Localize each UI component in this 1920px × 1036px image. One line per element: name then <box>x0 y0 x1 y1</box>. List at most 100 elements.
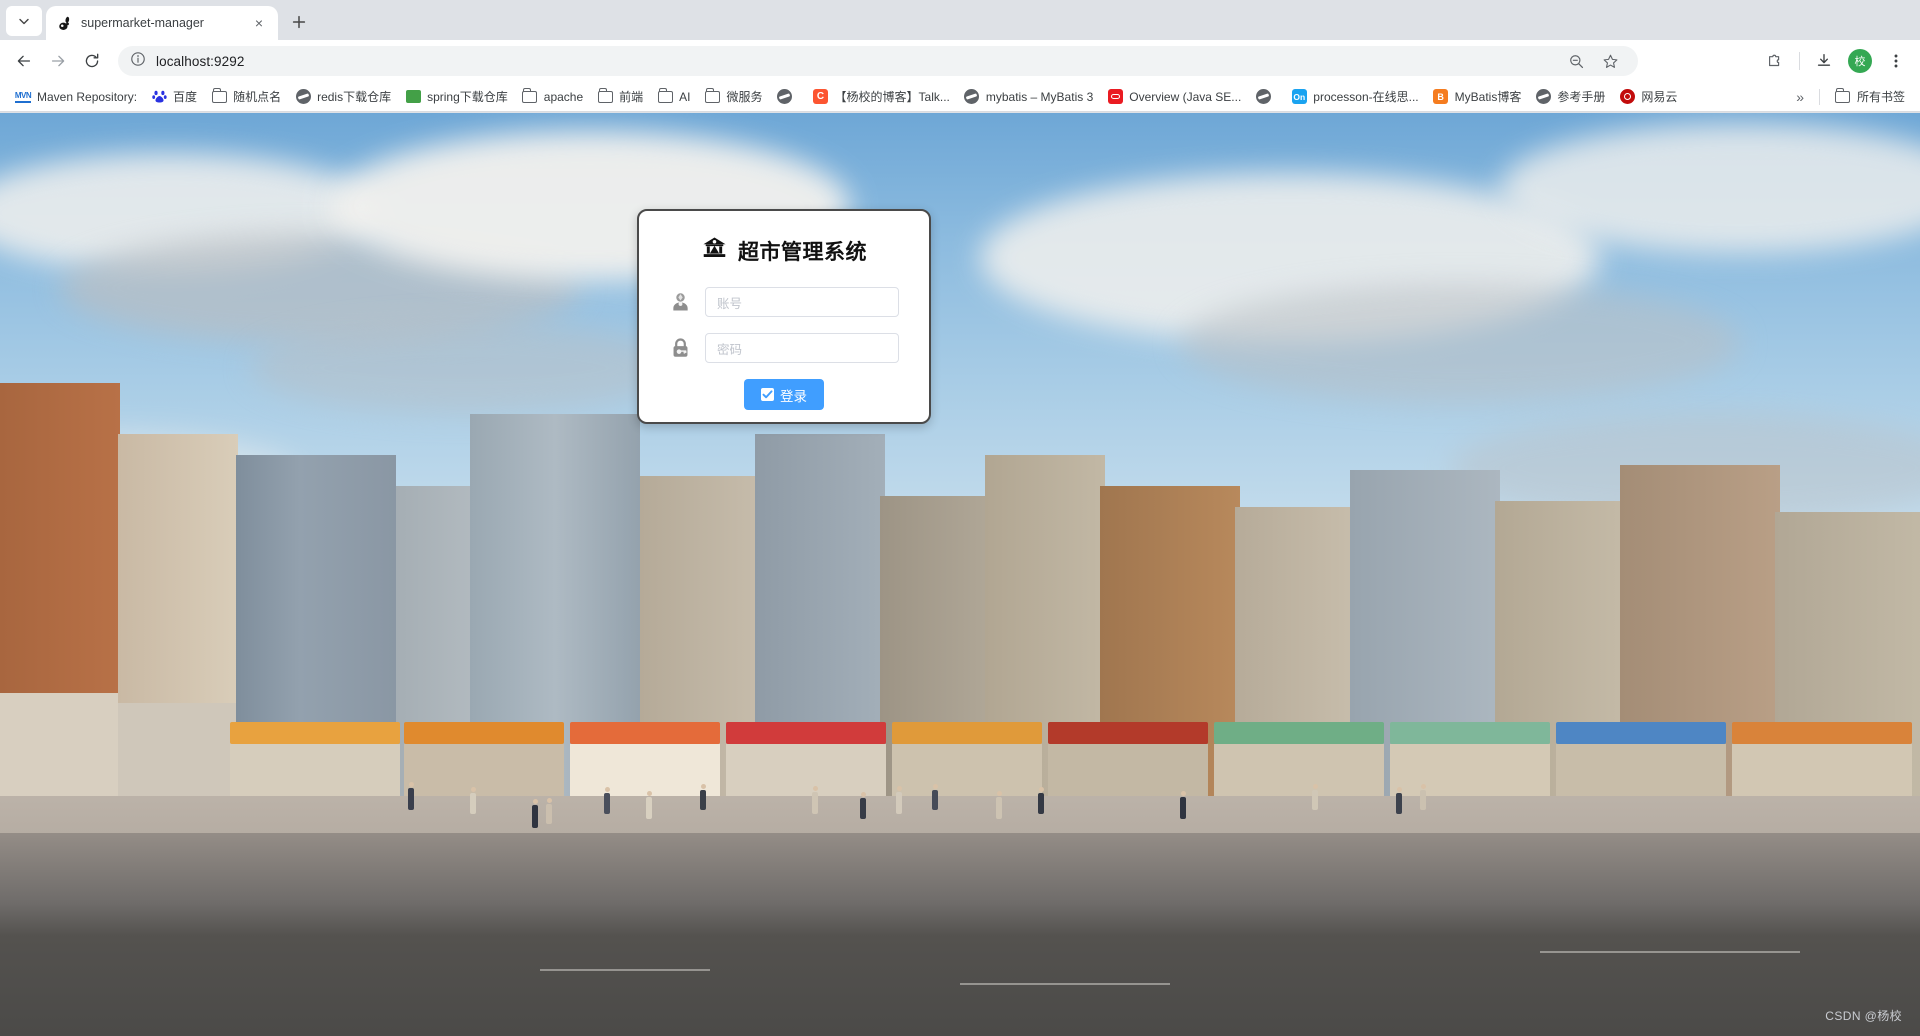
download-icon[interactable] <box>1808 45 1840 77</box>
bookmark-label: redis下载仓库 <box>317 90 392 104</box>
reload-button[interactable] <box>76 45 108 77</box>
avatar[interactable]: 校 <box>1848 49 1872 73</box>
plus-icon <box>292 15 306 29</box>
browser-toolbar: localhost:9292 校 <box>0 40 1920 82</box>
bookmark-item[interactable]: AI <box>650 86 697 108</box>
puzzle-icon[interactable] <box>1759 45 1791 77</box>
submit-row: 登录 <box>669 379 899 410</box>
folder-icon <box>657 87 673 105</box>
globe-icon <box>1535 89 1551 105</box>
toolbar-divider <box>1799 52 1800 70</box>
baidu-icon <box>151 89 167 105</box>
csdn-icon: C <box>813 89 829 105</box>
bookmark-label: 随机点名 <box>233 90 282 104</box>
brand-header: 超市管理系统 <box>669 235 899 267</box>
bookmark-label: MyBatis博客 <box>1454 90 1522 104</box>
folder-icon <box>211 87 227 105</box>
bookmark-label: Overview (Java SE... <box>1129 89 1242 104</box>
forward-button[interactable] <box>42 45 74 77</box>
lock-key-icon <box>669 336 691 360</box>
jfrog-icon <box>405 89 421 105</box>
username-input[interactable]: 账号 <box>705 287 899 317</box>
bookmark-item[interactable] <box>770 86 806 108</box>
chevron-down-icon <box>19 18 29 25</box>
background-street-scene-image <box>0 113 1920 1036</box>
all-bookmarks-button[interactable]: 所有书签 <box>1828 85 1912 108</box>
arrow-right-icon <box>51 55 65 67</box>
tab-search-button[interactable] <box>6 6 42 36</box>
bunny-icon <box>56 15 73 32</box>
bookmark-item[interactable]: 参考手册 <box>1528 85 1612 108</box>
login-card: 超市管理系统 账号 密码 登录 <box>637 209 931 424</box>
bookmark-label: 参考手册 <box>1557 90 1606 104</box>
username-row: 账号 <box>669 287 899 317</box>
bookmark-item[interactable]: 微服务 <box>698 85 770 108</box>
oracle-icon <box>1107 89 1123 105</box>
bookmarks-overflow-button[interactable]: » <box>1789 86 1811 108</box>
bookmarks-bar: MVN Maven Repository: 百度 随机点名 redis下载仓库 <box>0 82 1920 112</box>
bookmark-item[interactable]: MVN Maven Repository: <box>8 86 144 108</box>
bookmark-item[interactable]: mybatis – MyBatis 3 <box>957 86 1100 108</box>
password-input[interactable]: 密码 <box>705 333 899 363</box>
bookmark-item[interactable]: Overview (Java SE... <box>1100 86 1248 108</box>
bookmarks-overflow-group: » 所有书签 <box>1789 85 1912 108</box>
bookmarks-divider <box>1818 88 1820 105</box>
login-button[interactable]: 登录 <box>744 379 824 410</box>
folder-icon <box>522 87 538 105</box>
password-placeholder: 密码 <box>717 342 743 357</box>
folder-icon <box>597 87 613 105</box>
bookmark-item[interactable]: 前端 <box>590 85 650 108</box>
browser-window: supermarket-manager × localhost:9292 校 M… <box>0 0 1920 1036</box>
bookmark-label: 【杨校的博客】Talk... <box>834 90 950 104</box>
bookmark-label: 网易云 <box>1641 90 1678 104</box>
user-icon <box>669 290 691 314</box>
globe-icon <box>964 89 980 105</box>
bookmark-item[interactable] <box>1248 86 1284 108</box>
arrow-left-icon <box>17 55 31 67</box>
new-tab-button[interactable] <box>284 7 314 37</box>
chevron-double-right-icon: » <box>1796 88 1804 105</box>
mvn-icon: MVN <box>14 89 32 105</box>
star-icon[interactable] <box>1594 45 1626 77</box>
close-icon[interactable]: × <box>250 14 268 32</box>
kebab-menu-icon[interactable] <box>1880 45 1912 77</box>
globe-icon <box>295 89 311 105</box>
username-placeholder: 账号 <box>717 296 743 311</box>
bookmark-item[interactable]: C 【杨校的博客】Talk... <box>806 85 957 108</box>
bookmark-label: mybatis – MyBatis 3 <box>985 89 1094 104</box>
bookmark-label: AI <box>679 89 691 104</box>
bookmark-label: processon-在线思... <box>1313 90 1419 104</box>
zoom-out-icon[interactable] <box>1560 45 1592 77</box>
bookmark-item[interactable]: B MyBatis博客 <box>1426 85 1529 108</box>
processon-icon: On <box>1291 89 1307 105</box>
address-bar[interactable]: localhost:9292 <box>118 46 1638 76</box>
bookmark-item[interactable]: On processon-在线思... <box>1284 85 1425 108</box>
info-circle-icon[interactable] <box>130 51 146 72</box>
bookmark-item[interactable]: apache <box>515 86 590 108</box>
reload-icon <box>85 53 99 68</box>
bookmark-label: 微服务 <box>726 90 763 104</box>
bookmark-item[interactable]: spring下载仓库 <box>398 85 515 108</box>
password-row: 密码 <box>669 333 899 363</box>
bookmark-item[interactable]: redis下载仓库 <box>288 85 398 108</box>
all-bookmarks-label: 所有书签 <box>1856 90 1905 104</box>
toolbar-right-actions: 校 <box>1759 45 1912 77</box>
bookmark-label: Maven Repository: <box>37 89 138 104</box>
netease-icon <box>1619 89 1635 105</box>
bookmark-label: 前端 <box>619 90 644 104</box>
bookmark-label: apache <box>543 89 584 104</box>
bookmark-item[interactable]: 百度 <box>144 85 204 108</box>
tab-strip: supermarket-manager × <box>0 0 1920 40</box>
back-button[interactable] <box>8 45 40 77</box>
tab-title: supermarket-manager <box>81 16 204 30</box>
browser-tab[interactable]: supermarket-manager × <box>46 6 278 40</box>
globe-icon <box>1255 89 1271 105</box>
bookmark-item[interactable]: 随机点名 <box>204 85 288 108</box>
bookmark-item[interactable]: 网易云 <box>1612 85 1684 108</box>
folder-icon <box>1835 87 1851 105</box>
check-square-icon <box>761 388 774 401</box>
watermark: CSDN @杨校 <box>1825 1009 1902 1023</box>
globe-icon <box>777 89 793 105</box>
url-text: localhost:9292 <box>156 53 245 69</box>
bank-store-icon <box>701 235 728 267</box>
